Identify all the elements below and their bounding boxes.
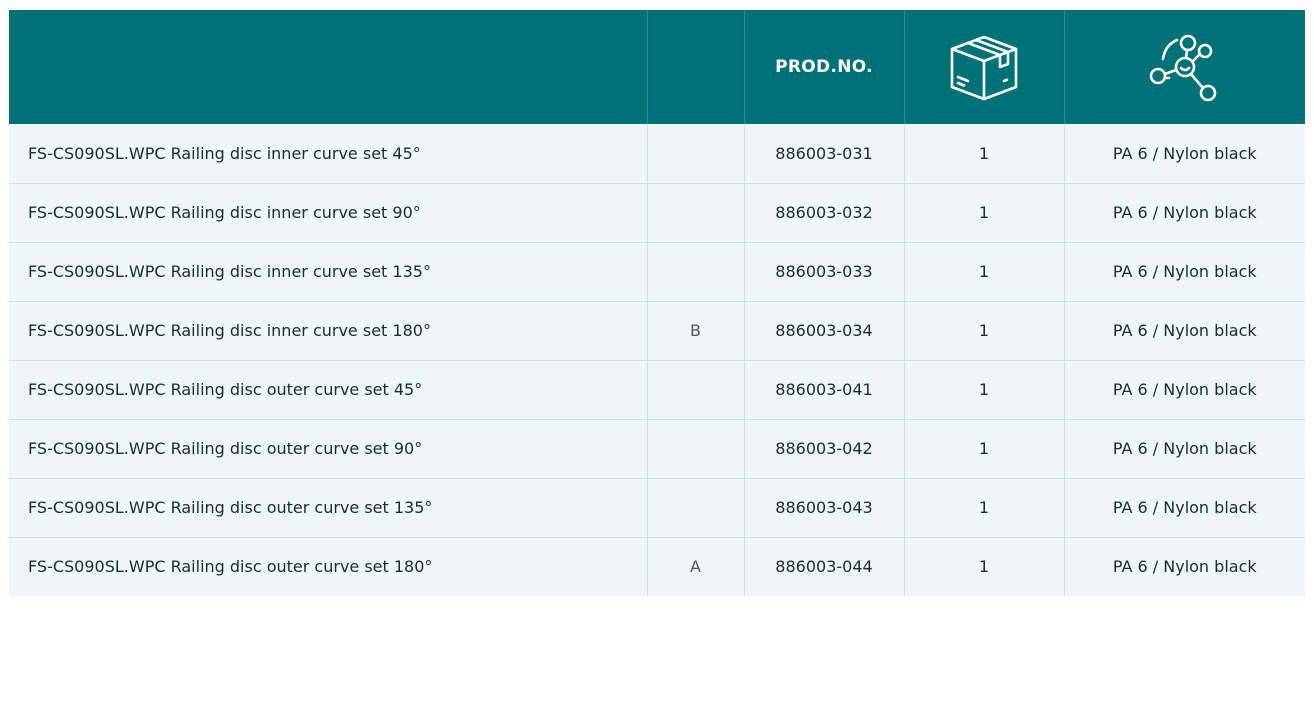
header-pack-qty xyxy=(903,10,1064,124)
table-row: FS-CS090SL.WPC Railing disc outer curve … xyxy=(9,478,1305,538)
cell-prod-no: 886003-042 xyxy=(743,419,904,479)
cell-material: PA 6 / Nylon black xyxy=(1063,301,1305,361)
cell-material: PA 6 / Nylon black xyxy=(1063,478,1305,538)
cell-position xyxy=(646,478,744,538)
cell-name: FS-CS090SL.WPC Railing disc outer curve … xyxy=(9,419,647,479)
cell-material: PA 6 / Nylon black xyxy=(1063,360,1305,420)
cell-pack-qty: 1 xyxy=(903,183,1064,243)
prod-no-label: PROD.NO. xyxy=(775,57,873,77)
table-row: FS-CS090SL.WPC Railing disc outer curve … xyxy=(9,360,1305,420)
table-row: FS-CS090SL.WPC Railing disc inner curve … xyxy=(9,183,1305,243)
cell-name: FS-CS090SL.WPC Railing disc outer curve … xyxy=(28,557,433,577)
cell-pack-qty: 1 xyxy=(903,537,1064,596)
cell-position xyxy=(646,242,744,302)
page-frame: PROD.NO. FS-CS090SL.WPC Railing disc inn… xyxy=(0,0,1314,719)
cell-material: PA 6 / Nylon black xyxy=(1063,419,1305,479)
header-row: PROD.NO. xyxy=(9,10,1305,124)
cell-material: PA 6 / Nylon black xyxy=(1063,183,1305,243)
cell-name: FS-CS090SL.WPC Railing disc outer curve … xyxy=(9,360,647,420)
cell-prod-no: 886003-032 xyxy=(743,183,904,243)
package-box-icon xyxy=(938,21,1030,113)
cell-position xyxy=(646,124,744,184)
molecule-network-icon xyxy=(1139,21,1231,113)
cell-prod-no: 886003-041 xyxy=(743,360,904,420)
cell-material: PA 6 / Nylon black xyxy=(1063,537,1305,596)
cell-position xyxy=(646,419,744,479)
cell-pack-qty: 1 xyxy=(903,360,1064,420)
cell-position: B xyxy=(646,301,744,361)
table-row: FS-CS090SL.WPC Railing disc inner curve … xyxy=(9,242,1305,302)
cell-pack-qty: 1 xyxy=(903,419,1064,479)
table-row: FS-CS090SL.WPC Railing disc inner curve … xyxy=(9,301,1305,361)
table-row: FS-CS090SL.WPC Railing disc outer curve … xyxy=(9,419,1305,479)
cell-name: FS-CS090SL.WPC Railing disc inner curve … xyxy=(9,183,647,243)
cell-position: A xyxy=(646,537,744,596)
cell-pack-qty: 1 xyxy=(903,124,1064,184)
cell-prod-no: 886003-034 xyxy=(743,301,904,361)
cell-name: FS-CS090SL.WPC Railing disc outer curve … xyxy=(9,478,647,538)
cell-prod-no: 886003-043 xyxy=(743,478,904,538)
cell-pack-qty: 1 xyxy=(903,242,1064,302)
cell-position xyxy=(646,183,744,243)
table-row: FS-CS090SL.WPC Railing disc outer curve … xyxy=(9,537,1305,596)
cell-prod-no: 886003-033 xyxy=(743,242,904,302)
header-material xyxy=(1063,10,1305,124)
cell-material: PA 6 / Nylon black xyxy=(1063,242,1305,302)
cell-name: FS-CS090SL.WPC Railing disc inner curve … xyxy=(9,301,647,361)
cell-prod-no: 886003-031 xyxy=(743,124,904,184)
table-body: FS-CS090SL.WPC Railing disc inner curve … xyxy=(9,124,1305,596)
header-prod-no: PROD.NO. xyxy=(743,10,904,124)
table-header: PROD.NO. xyxy=(9,10,1305,124)
table-row: FS-CS090SL.WPC Railing disc inner curve … xyxy=(9,124,1305,184)
cell-material: PA 6 / Nylon black xyxy=(1063,124,1305,184)
cell-name: FS-CS090SL.WPC Railing disc inner curve … xyxy=(9,124,647,184)
cell-prod-no: 886003-044 xyxy=(743,537,904,596)
product-table: PROD.NO. FS-CS090SL.WPC Railing disc inn… xyxy=(9,10,1305,596)
cell-pack-qty: 1 xyxy=(903,301,1064,361)
cell-pack-qty: 1 xyxy=(903,478,1064,538)
cell-position xyxy=(646,360,744,420)
header-name xyxy=(9,10,647,124)
header-position xyxy=(646,10,744,124)
cell-name: FS-CS090SL.WPC Railing disc inner curve … xyxy=(9,242,647,302)
